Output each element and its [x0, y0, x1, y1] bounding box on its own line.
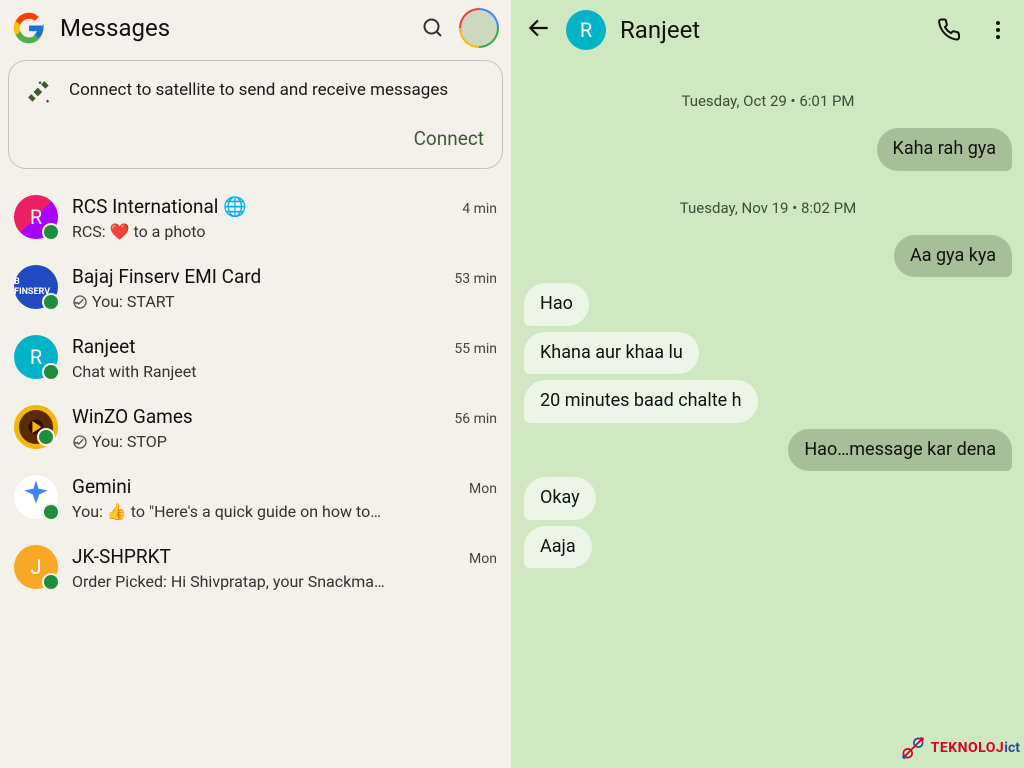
- conversation-item[interactable]: Gemini Mon You: 👍 to "Here's a quick guide…: [2, 463, 509, 533]
- satellite-card: Connect to satellite to send and receive…: [8, 60, 503, 169]
- status-dot-icon: [42, 363, 60, 381]
- conversation-name: Bajaj Finserv EMI Card: [72, 265, 446, 288]
- chat-header: R Ranjeet: [512, 0, 1024, 60]
- search-icon[interactable]: [421, 16, 445, 40]
- google-logo-icon: [12, 11, 46, 45]
- outgoing-message[interactable]: Kaha rah gya: [877, 128, 1012, 171]
- conversation-main: RCS International 🌐 4 min RCS: ❤️ to a pho…: [72, 195, 497, 241]
- contact-avatar[interactable]: R: [566, 10, 606, 50]
- conversation-preview: You: 👍 to "Here's a quick guide on how t…: [72, 502, 497, 521]
- incoming-message[interactable]: Hao: [524, 283, 589, 326]
- status-dot-icon: [42, 573, 60, 591]
- satellite-message: Connect to satellite to send and receive…: [69, 79, 448, 102]
- profile-avatar[interactable]: [459, 8, 499, 48]
- conversation-time: Mon: [469, 551, 497, 567]
- conversation-name: Gemini: [72, 475, 461, 498]
- conversation-preview: You: START: [72, 292, 497, 311]
- conversation-time: 56 min: [454, 411, 497, 427]
- conversation-preview: RCS: ❤️ to a photo: [72, 222, 497, 241]
- conversation-time: Mon: [469, 481, 497, 497]
- conversation-preview: You: STOP: [72, 432, 497, 451]
- conversation-avatar: J: [14, 545, 58, 589]
- conversation-avatar: B FINSERV: [14, 265, 58, 309]
- incoming-message[interactable]: 20 minutes baad chalte h: [524, 380, 758, 423]
- incoming-message[interactable]: Aaja: [524, 526, 592, 569]
- conversation-item[interactable]: R Ranjeet 55 min Chat with Ranjeet: [2, 323, 509, 393]
- satellite-connect-button[interactable]: Connect: [414, 127, 484, 150]
- conversation-time: 53 min: [454, 271, 497, 287]
- conversation-item[interactable]: B FINSERV Bajaj Finserv EMI Card 53 min You…: [2, 253, 509, 323]
- messages-list-pane: Messages Connect to satellite to send an…: [0, 0, 512, 768]
- outgoing-message[interactable]: Aa gya kya: [894, 235, 1012, 278]
- conversation-main: Bajaj Finserv EMI Card 53 min You: START: [72, 265, 497, 311]
- conversation-main: WinZO Games 56 min You: STOP: [72, 405, 497, 451]
- incoming-message[interactable]: Khana aur khaa lu: [524, 332, 699, 375]
- conversation-preview: Order Picked: Hi Shivpratap, your Snackm…: [72, 572, 497, 591]
- conversation-item[interactable]: WinZO Games 56 min You: STOP: [2, 393, 509, 463]
- conversation-main: Ranjeet 55 min Chat with Ranjeet: [72, 335, 497, 381]
- contact-initial: R: [580, 18, 592, 42]
- conversation-name: Ranjeet: [72, 335, 446, 358]
- status-dot-icon: [42, 223, 60, 241]
- conversation-list: R RCS International 🌐 4 min RCS: ❤️ to a ph…: [0, 183, 511, 768]
- conversation-name: RCS International 🌐: [72, 195, 454, 218]
- conversation-time: 4 min: [462, 201, 497, 217]
- status-dot-icon: [42, 503, 60, 521]
- conversation-avatar: [14, 405, 58, 449]
- conversation-name: WinZO Games: [72, 405, 446, 428]
- status-dot-icon: [42, 293, 60, 311]
- outgoing-message[interactable]: Hao…message kar dena: [788, 429, 1012, 472]
- conversation-avatar: R: [14, 195, 58, 239]
- chat-timestamp: Tuesday, Oct 29 • 6:01 PM: [524, 92, 1012, 110]
- conversation-item[interactable]: J JK-SHPRKT Mon Order Picked: Hi Shivpratap…: [2, 533, 509, 603]
- conversation-preview: Chat with Ranjeet: [72, 362, 497, 381]
- conversation-item[interactable]: R RCS International 🌐 4 min RCS: ❤️ to a ph…: [2, 183, 509, 253]
- chat-timestamp: Tuesday, Nov 19 • 8:02 PM: [524, 199, 1012, 217]
- chat-body[interactable]: Tuesday, Oct 29 • 6:01 PM Kaha rah gya Tue…: [512, 60, 1024, 768]
- conversation-avatar: [14, 475, 58, 519]
- conversation-name: JK-SHPRKT: [72, 545, 461, 568]
- call-icon[interactable]: [938, 18, 962, 42]
- conversation-main: Gemini Mon You: 👍 to "Here's a quick guide…: [72, 475, 497, 521]
- contact-name[interactable]: Ranjeet: [620, 16, 924, 44]
- conversation-time: 55 min: [454, 341, 497, 357]
- satellite-icon: [27, 79, 53, 105]
- more-icon[interactable]: [986, 18, 1010, 42]
- app-title: Messages: [60, 14, 407, 42]
- status-dot-icon: [37, 428, 55, 446]
- incoming-message[interactable]: Okay: [524, 477, 596, 520]
- back-icon[interactable]: [526, 15, 552, 45]
- conversation-main: JK-SHPRKT Mon Order Picked: Hi Shivpratap,…: [72, 545, 497, 591]
- left-header: Messages: [0, 0, 511, 60]
- conversation-avatar: R: [14, 335, 58, 379]
- chat-pane: R Ranjeet Tuesday, Oct 29 • 6:01 PM Kaha …: [512, 0, 1024, 768]
